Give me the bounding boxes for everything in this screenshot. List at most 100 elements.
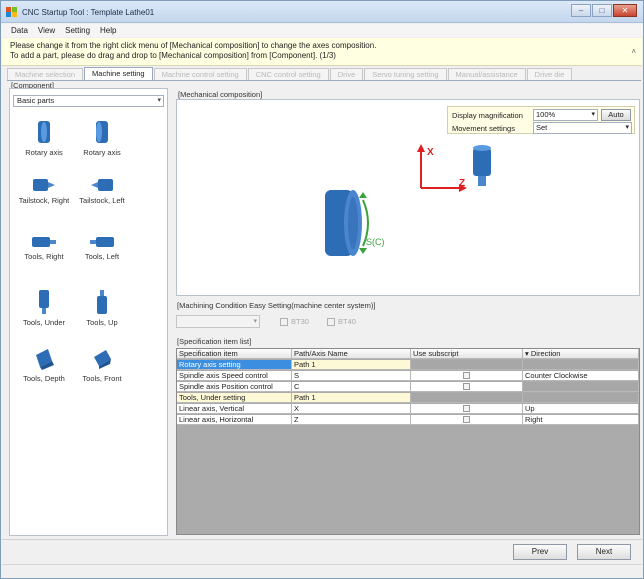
subscript-cell <box>411 404 523 414</box>
prev-button[interactable]: Prev <box>513 544 567 560</box>
tab-machine-selection[interactable]: Machine selection <box>7 68 84 80</box>
table-row[interactable]: Rotary axis setting Path 1 <box>177 360 639 370</box>
tools-up-icon <box>97 290 107 314</box>
path-cell[interactable]: S <box>292 371 411 381</box>
part-label: Tools, Right <box>24 252 64 261</box>
path-cell[interactable]: Path 1 <box>292 360 411 370</box>
table-row[interactable]: Linear axis, Vertical X Up <box>177 404 639 414</box>
tab-cnc-control-setting[interactable]: CNC control setting <box>247 68 329 80</box>
wizard-footer: Prev Next <box>2 539 642 563</box>
menu-data[interactable]: Data <box>11 26 28 35</box>
part-rotary-axis-1[interactable]: Rotary axis <box>14 119 74 157</box>
part-label: Tailstock, Right <box>18 196 70 205</box>
tab-drive[interactable]: Drive <box>329 68 364 80</box>
header-direction[interactable]: ▾ Direction <box>523 349 639 359</box>
direction-cell <box>523 382 639 392</box>
tools-depth-icon <box>36 349 54 370</box>
status-bar <box>2 564 642 578</box>
header-path-axis-name[interactable]: Path/Axis Name <box>292 349 411 359</box>
chevron-down-icon: ▾ <box>157 97 161 104</box>
next-button[interactable]: Next <box>577 544 631 560</box>
spec-item-cell: Spindle axis Speed control <box>177 371 292 381</box>
table-row[interactable]: Linear axis, Horizontal Z Right <box>177 415 639 425</box>
machining-condition-select[interactable]: ▾ <box>176 315 260 328</box>
table-row[interactable]: Tools, Under setting Path 1 <box>177 393 639 403</box>
path-cell[interactable]: X <box>292 404 411 414</box>
tab-servo-tuning[interactable]: Servo tuning setting <box>364 68 447 80</box>
spec-item-cell: Tools, Under setting <box>177 393 292 403</box>
axis-z-label: Z <box>459 178 465 189</box>
part-tools-left[interactable]: Tools, Left <box>72 235 132 261</box>
bt40-checkbox[interactable] <box>327 317 335 326</box>
tab-machine-control-setting[interactable]: Machine control setting <box>153 68 247 80</box>
collapse-chevron-icon[interactable]: ˄ <box>631 47 636 57</box>
rotary-axis-icon <box>38 121 50 143</box>
part-tailstock-left[interactable]: Tailstock, Left <box>72 177 132 205</box>
minimize-icon[interactable]: – <box>571 4 591 17</box>
use-subscript-checkbox[interactable] <box>462 416 470 423</box>
notice-line-2: To add a part, please do drag and drop t… <box>10 51 336 60</box>
tab-drive-die[interactable]: Drive die <box>526 68 573 80</box>
direction-cell[interactable]: Right <box>523 415 639 425</box>
part-tools-right[interactable]: Tools, Right <box>14 235 74 261</box>
tailstock-right-icon <box>33 179 55 191</box>
component-category-select[interactable]: Basic parts ▾ <box>13 95 164 107</box>
path-cell[interactable]: Z <box>292 415 411 425</box>
part-tools-depth[interactable]: Tools, Depth <box>14 347 74 383</box>
part-rotary-axis-2[interactable]: Rotary axis <box>72 119 132 157</box>
menu-help[interactable]: Help <box>100 26 116 35</box>
part-tools-up[interactable]: Tools, Up <box>72 289 132 327</box>
direction-cell[interactable]: Up <box>523 404 639 414</box>
part-label: Tools, Left <box>84 252 120 261</box>
path-cell[interactable]: C <box>292 382 411 392</box>
bt40-option[interactable]: BT40 <box>327 317 356 326</box>
bt30-option[interactable]: BT30 <box>280 317 309 326</box>
tools-front-icon <box>94 350 111 369</box>
spindle-drum[interactable] <box>325 190 362 256</box>
title-bar[interactable]: CNC Startup Tool : Template Lathe01 – □ … <box>1 1 643 23</box>
component-panel: Basic parts ▾ Rotary axis Rotary axis Ta… <box>9 88 168 536</box>
tools-right-icon <box>32 237 56 247</box>
header-use-subscript[interactable]: Use subscript <box>411 349 523 359</box>
grid-header: Specification item Path/Axis Name Use su… <box>177 349 639 359</box>
use-subscript-checkbox[interactable] <box>462 383 470 390</box>
use-subscript-checkbox[interactable] <box>462 405 470 412</box>
table-row[interactable]: Spindle axis Speed control S Counter Clo… <box>177 371 639 381</box>
bt40-label: BT40 <box>338 317 356 326</box>
tailstock-left-icon <box>91 179 113 191</box>
header-direction-label: Direction <box>530 349 561 358</box>
spec-item-cell: Spindle axis Position control <box>177 382 292 392</box>
menu-view[interactable]: View <box>38 26 55 35</box>
window-title: CNC Startup Tool : Template Lathe01 <box>22 8 155 17</box>
bt30-checkbox[interactable] <box>280 317 288 326</box>
table-row[interactable]: Spindle axis Position control C <box>177 382 639 392</box>
notice-line-1: Please change it from the right click me… <box>10 41 377 50</box>
subscript-cell <box>411 382 523 392</box>
part-label: Tools, Under <box>22 318 66 327</box>
tab-machine-setting[interactable]: Machine setting <box>84 67 153 80</box>
direction-cell[interactable]: Counter Clockwise <box>523 371 639 381</box>
app-window: CNC Startup Tool : Template Lathe01 – □ … <box>0 0 644 579</box>
machine-diagram: S(C) X Z <box>325 144 491 256</box>
mechanical-composition-canvas[interactable]: Display magnification 100% ▾ Auto Moveme… <box>176 99 640 296</box>
close-icon[interactable]: ✕ <box>613 4 637 17</box>
step-tabs: Machine selection Machine setting Machin… <box>7 67 641 81</box>
direction-cell <box>523 360 639 370</box>
menu-setting[interactable]: Setting <box>65 26 90 35</box>
part-label: Tailstock, Left <box>79 196 125 205</box>
tab-manual-assistance[interactable]: Manual/assistance <box>447 68 526 80</box>
use-subscript-checkbox[interactable] <box>462 372 470 379</box>
spec-item-cell: Linear axis, Vertical <box>177 404 292 414</box>
component-category-value: Basic parts <box>17 96 55 105</box>
spindle-axis-label: S(C) <box>366 237 385 247</box>
tool-part[interactable] <box>473 145 491 186</box>
path-cell[interactable]: Path 1 <box>292 393 411 403</box>
part-tailstock-right[interactable]: Tailstock, Right <box>14 177 74 205</box>
maximize-icon[interactable]: □ <box>592 4 612 17</box>
subscript-cell <box>411 360 523 370</box>
part-label: Tools, Front <box>82 374 122 383</box>
header-specification-item[interactable]: Specification item <box>177 349 292 359</box>
machining-condition-label: [Machining Condition Easy Setting(machin… <box>177 301 376 310</box>
part-tools-under[interactable]: Tools, Under <box>14 289 74 327</box>
part-tools-front[interactable]: Tools, Front <box>72 347 132 383</box>
